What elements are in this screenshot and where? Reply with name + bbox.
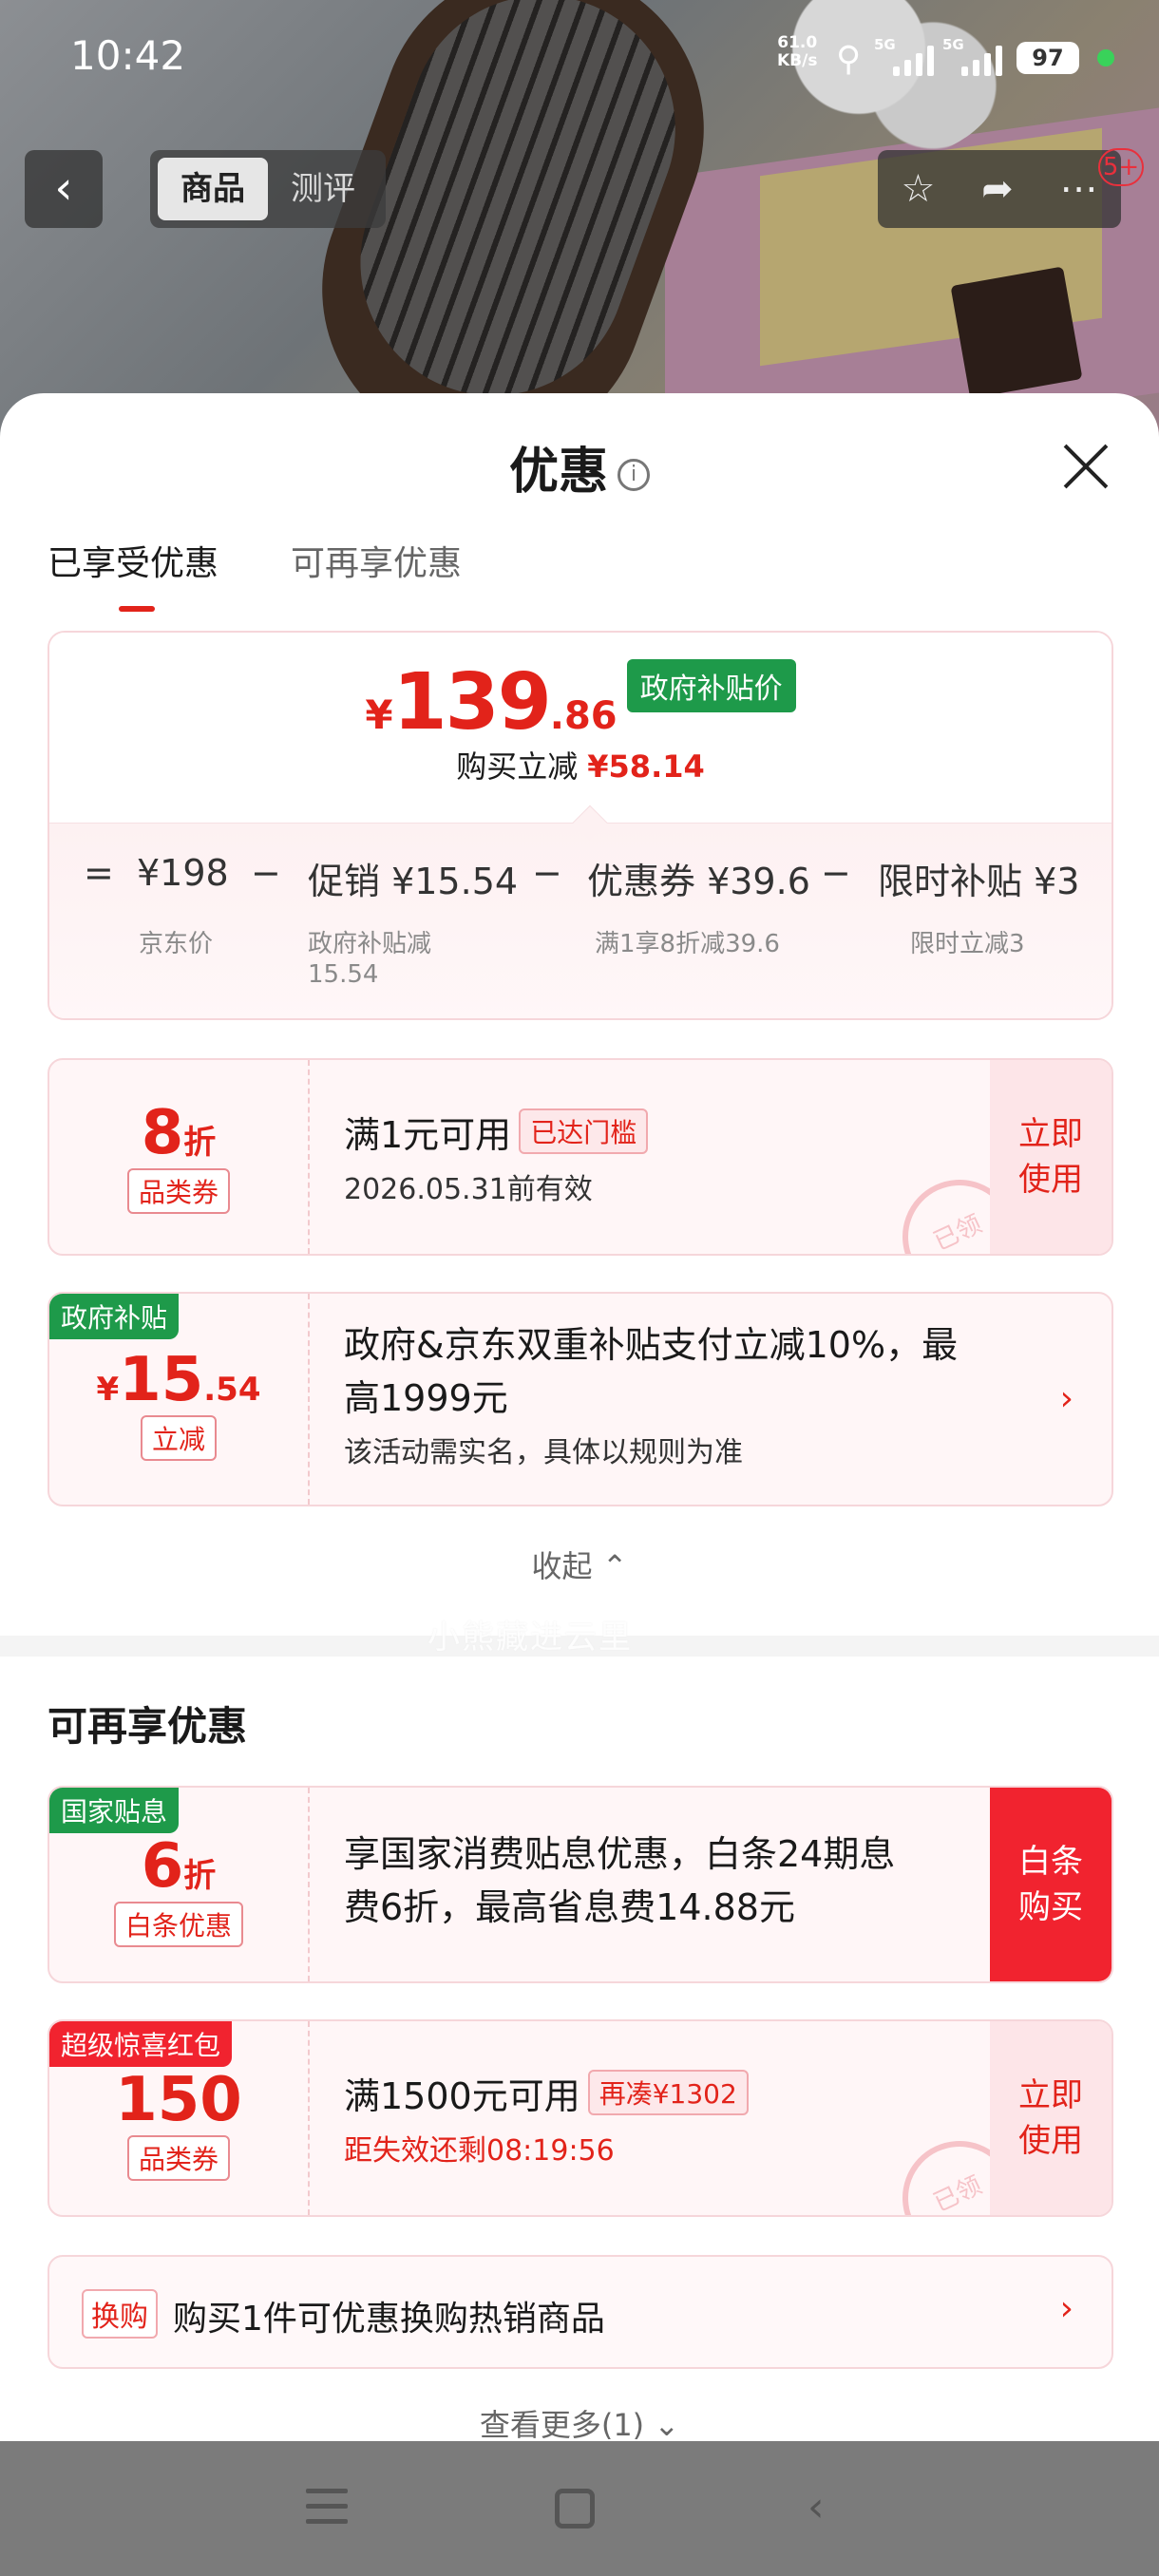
discount-sheet: 优惠 i 已享受优惠 可再享优惠 ¥139.86政府补贴价 购买立减 ¥58.14 … [0, 393, 1159, 2441]
coupon-expiry: 2026.05.31前有效 [344, 1173, 593, 1206]
tab-review[interactable]: 测评 [268, 158, 378, 220]
tab-enjoyed[interactable]: 已享受优惠 [48, 536, 218, 612]
system-nav-bar: ‹ [0, 2441, 1159, 2576]
location-icon: ⚲ [836, 40, 862, 79]
chevron-right-icon: › [1059, 2289, 1074, 2328]
more-icon[interactable]: ⋯ [1060, 167, 1098, 211]
discount-tabs: 已享受优惠 可再享优惠 [48, 536, 462, 612]
breakdown-flash-note: 限时立减3 [910, 930, 1025, 958]
status-bar: 10:42 61.0 KB/s ⚲ 5G 5G 97 [0, 0, 1159, 114]
back-button[interactable]: ‹ [25, 150, 103, 228]
close-icon[interactable] [1062, 443, 1110, 490]
tab-more-available[interactable]: 可再享优惠 [291, 536, 462, 585]
breakdown-promo: 促销 ¥15.54 [308, 861, 519, 902]
baitiao-title: 享国家消费贴息优惠，白条24期息 费6折，最高省息费14.88元 [344, 1833, 896, 1928]
baitiao-value: 6折 [141, 1831, 217, 1902]
baitiao-buy-button[interactable]: 白条购买 [990, 1788, 1112, 1981]
swap-tag: 换购 [82, 2289, 158, 2339]
red-packet-type-tag: 品类券 [126, 2135, 230, 2181]
net-speed-unit: KB/s [777, 51, 818, 70]
subsidy-note: 该活动需实名，具体以规则为准 [344, 1436, 743, 1469]
net-speed-value: 61.0 [777, 33, 818, 52]
swap-text: 购买1件可优惠换购热销商品 [173, 2300, 605, 2339]
watermark-text: 小熊藏进云里 [428, 1619, 633, 1657]
need-more-tag: 再凑¥1302 [587, 2070, 749, 2115]
sheet-title-text: 优惠 [508, 444, 608, 501]
price-summary-card: ¥139.86政府补贴价 购买立减 ¥58.14 = ¥198 − 促销 ¥15.… [48, 631, 1113, 1020]
reduce-line: 购买立减 ¥58.14 [49, 743, 1112, 786]
chevron-right-icon: › [1059, 1379, 1074, 1418]
subsidy-value: ¥15.54 [96, 1345, 261, 1415]
price-breakdown: = ¥198 − 促销 ¥15.54 − 优惠券 ¥39.6 − 限时补贴 ¥3… [49, 805, 1112, 1018]
red-packet-value: 150 [115, 2065, 242, 2135]
minus-sign: − [251, 852, 281, 894]
baitiao-interest-card: 国家贴息 6折 白条优惠 享国家消费贴息优惠，白条24期息 费6折，最高省息费14… [48, 1786, 1113, 1983]
gov-subsidy-tag: 政府补贴价 [626, 659, 796, 712]
menu-icon[interactable] [306, 2489, 348, 2527]
use-now-button[interactable]: 立即使用 [990, 1060, 1112, 1254]
home-icon[interactable] [555, 2489, 595, 2529]
reduce-label: 购买立减 [456, 748, 579, 785]
message-badge: 5+ [1098, 148, 1144, 186]
see-more-button[interactable]: 查看更多(1) ⌄ [0, 2401, 1159, 2441]
breakdown-jd-price-note: 京东价 [139, 930, 214, 958]
swap-purchase-row[interactable]: 换购 购买1件可优惠换购热销商品 › [48, 2255, 1113, 2369]
threshold-met-tag: 已达门槛 [519, 1108, 649, 1154]
nav-actions: ☆ ➦ ⋯ [878, 150, 1121, 228]
reduce-amount: ¥58.14 [587, 748, 705, 785]
minus-sign: − [821, 852, 851, 894]
baitiao-type-tag: 白条优惠 [113, 1902, 243, 1947]
net-speed: 61.0 KB/s [777, 34, 817, 70]
collapse-button[interactable]: 收起 ⌃ [0, 1543, 1159, 1586]
breakdown-promo-note: 政府补贴减 [308, 930, 432, 958]
subsidy-title: 政府&京东双重补贴支付立减10%，最 高1999元 [344, 1324, 959, 1419]
star-icon[interactable]: ☆ [901, 167, 935, 211]
breakdown-jd-price: ¥198 [137, 852, 229, 894]
signal-icon-1 [893, 42, 934, 76]
sheet-title: 优惠 i [0, 431, 1159, 502]
status-time: 10:42 [70, 32, 186, 79]
coupon-type-tag: 品类券 [126, 1168, 230, 1214]
breakdown-coupon-note: 满1享8折减39.6 [595, 930, 780, 958]
green-dot-indicator [1097, 49, 1114, 66]
price-yen: ¥ [365, 691, 393, 738]
breakdown-coupon: 优惠券 ¥39.6 [587, 861, 810, 902]
minus-sign: − [532, 852, 562, 894]
coupon-title: 满1元可用 已达门槛 [344, 1106, 978, 1158]
gov-subsidy-card[interactable]: 政府补贴 ¥15.54 立减 政府&京东双重补贴支付立减10%，最 高1999元 … [48, 1292, 1113, 1506]
price-decimal: .86 [549, 694, 618, 738]
battery-icon: 97 [1016, 42, 1079, 74]
equals-sign: = [84, 852, 114, 894]
perfume-image [950, 266, 1083, 399]
product-nav-tabs: 商品 测评 [150, 150, 386, 228]
final-price: ¥139.86政府补贴价 [49, 657, 1112, 748]
tab-product[interactable]: 商品 [158, 158, 268, 220]
info-icon[interactable]: i [618, 459, 650, 491]
use-now-button-2[interactable]: 立即使用 [990, 2021, 1112, 2215]
coupon-value: 8折 [141, 1098, 217, 1168]
price-integer: 139 [392, 657, 552, 748]
share-icon[interactable]: ➦ [981, 167, 1014, 211]
subsidy-type-tag: 立减 [140, 1415, 217, 1461]
red-packet-title: 满1500元可用 再凑¥1302 [344, 2067, 978, 2119]
signal-icon-2 [961, 42, 1002, 76]
red-packet-countdown: 距失效还剩08:19:56 [344, 2134, 615, 2168]
super-red-packet-card: 超级惊喜红包 150 品类券 满1500元可用 再凑¥1302 距失效还剩08:1… [48, 2019, 1113, 2217]
back-icon[interactable]: ‹ [808, 2483, 825, 2531]
breakdown-promo-note-2: 15.54 [308, 960, 379, 989]
breakdown-flash-subsidy: 限时补贴 ¥3 [878, 861, 1080, 902]
section-title-more-discounts: 可再享优惠 [48, 1703, 248, 1750]
coupon-card-category-8: 8折 品类券 满1元可用 已达门槛 2026.05.31前有效 已领 立即使用 [48, 1058, 1113, 1256]
